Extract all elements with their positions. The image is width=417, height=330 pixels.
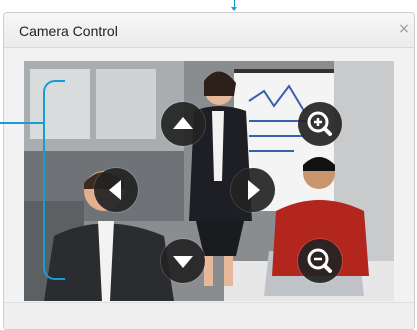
dialog-title: Camera Control [19, 23, 118, 39]
pan-up-button[interactable] [161, 102, 205, 146]
triangle-down-icon [173, 256, 193, 268]
dialog-footer [4, 302, 414, 329]
callout-arrow-icon [231, 7, 237, 11]
pan-down-button[interactable] [161, 239, 205, 283]
zoom-in-icon [307, 111, 332, 136]
triangle-right-icon [248, 180, 260, 200]
dialog-titlebar[interactable]: Camera Control × [4, 13, 414, 48]
close-icon[interactable]: × [396, 21, 412, 37]
zoom-out-icon [307, 248, 332, 273]
zoom-in-button[interactable] [298, 102, 342, 146]
triangle-left-icon [109, 180, 121, 200]
pan-left-button[interactable] [94, 168, 138, 212]
pan-right-button[interactable] [231, 168, 275, 212]
triangle-up-icon [173, 117, 193, 129]
camera-video-feed[interactable] [24, 61, 394, 301]
zoom-out-button[interactable] [298, 239, 342, 283]
callout-line-left [0, 122, 45, 124]
callout-bracket [43, 80, 65, 280]
